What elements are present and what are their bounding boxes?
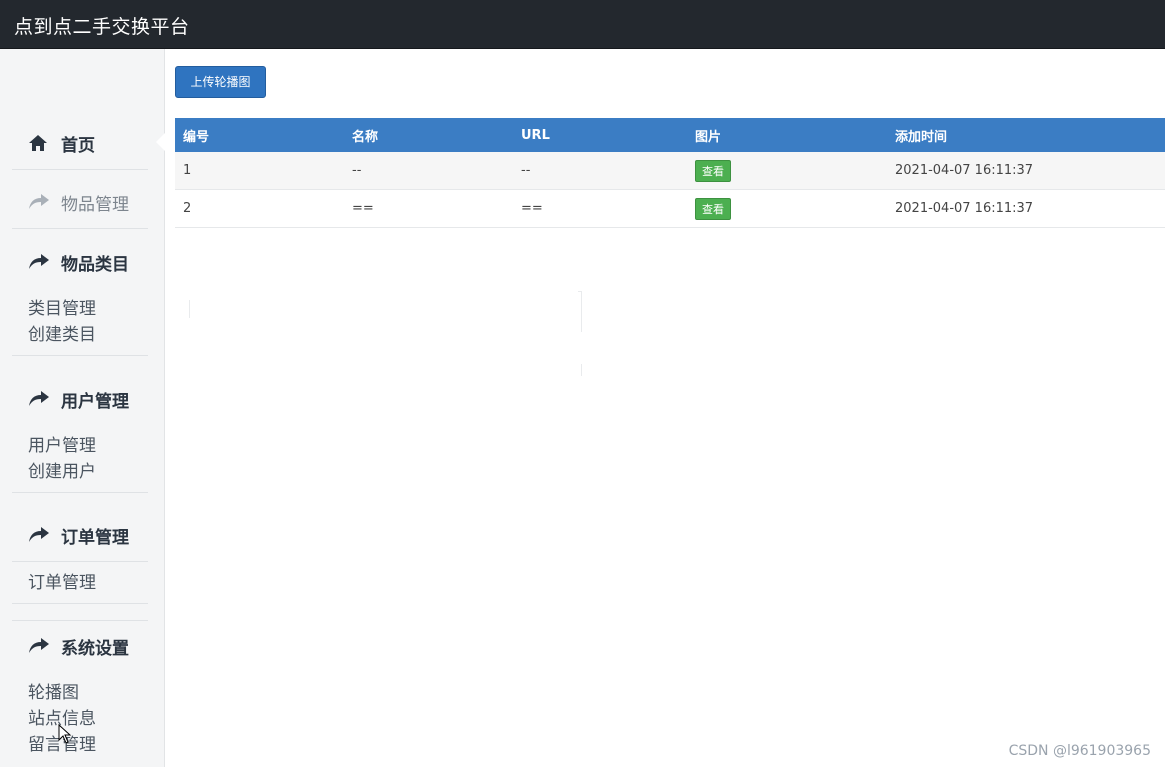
carousel-table: 编号 名称 URL 图片 添加时间 1 -- -- 查看 2021-04-07 … — [175, 118, 1165, 228]
share-arrow-icon — [28, 193, 50, 211]
nav-users[interactable]: 用户管理 — [28, 385, 129, 413]
nav-category[interactable]: 物品类目 — [28, 248, 129, 276]
sidebar-item-category-create[interactable]: 创建类目 — [28, 320, 96, 345]
nav-home[interactable]: 首页 — [28, 129, 95, 157]
share-arrow-icon — [28, 637, 50, 655]
divider — [12, 169, 148, 170]
divider — [12, 620, 148, 621]
header-id: 编号 — [183, 129, 210, 145]
mouse-cursor-icon — [58, 723, 72, 748]
active-nav-pointer — [156, 133, 165, 151]
sidebar-item-carousel[interactable]: 轮播图 — [28, 678, 79, 703]
view-image-button[interactable]: 查看 — [695, 159, 731, 182]
cell-time: 2021-04-07 16:11:37 — [895, 201, 1034, 216]
top-bar: 点到点二手交换平台 — [0, 0, 1165, 49]
cell-url: -- — [521, 163, 531, 178]
view-image-button[interactable]: 查看 — [695, 197, 731, 220]
sidebar-item-category-manage[interactable]: 类目管理 — [28, 294, 96, 319]
sidebar-item-user-manage[interactable]: 用户管理 — [28, 431, 96, 456]
table-row: 1 -- -- 查看 2021-04-07 16:11:37 — [175, 152, 1165, 190]
nav-home-label: 首页 — [61, 135, 95, 156]
watermark: CSDN @l961903965 — [1008, 743, 1151, 759]
header-image: 图片 — [695, 129, 722, 145]
divider — [12, 492, 148, 493]
cell-time: 2021-04-07 16:11:37 — [895, 163, 1034, 178]
nav-goods[interactable]: 物品管理 — [28, 188, 129, 216]
nav-orders-label: 订单管理 — [61, 527, 129, 548]
cell-name: -- — [352, 163, 362, 178]
artifact-line — [578, 291, 582, 292]
nav-category-label: 物品类目 — [61, 254, 129, 275]
cell-name: == — [352, 201, 374, 216]
cell-url: == — [521, 201, 543, 216]
upload-carousel-button[interactable]: 上传轮播图 — [175, 66, 266, 98]
header-time: 添加时间 — [895, 129, 948, 145]
divider — [12, 228, 148, 229]
artifact-line — [581, 291, 582, 332]
divider — [12, 355, 148, 356]
nav-orders[interactable]: 订单管理 — [28, 521, 129, 549]
sidebar: 首页 物品管理 物品类目 类目管理 创建类目 用户管理 用户管理 创建用户 订单… — [0, 49, 165, 767]
share-arrow-icon — [28, 390, 50, 408]
divider — [12, 561, 148, 562]
nav-system-label: 系统设置 — [61, 638, 129, 659]
home-icon — [28, 134, 50, 152]
artifact-line — [581, 364, 582, 376]
nav-users-label: 用户管理 — [61, 391, 129, 412]
cell-id: 2 — [183, 201, 192, 216]
artifact-line — [189, 300, 190, 318]
app-title: 点到点二手交换平台 — [14, 16, 190, 38]
share-arrow-icon — [28, 526, 50, 544]
divider — [12, 603, 148, 604]
table-header: 编号 名称 URL 图片 添加时间 — [175, 118, 1165, 152]
table-row: 2 == == 查看 2021-04-07 16:11:37 — [175, 190, 1165, 228]
nav-system[interactable]: 系统设置 — [28, 632, 129, 660]
nav-goods-label: 物品管理 — [61, 194, 129, 215]
sidebar-item-user-create[interactable]: 创建用户 — [28, 457, 96, 482]
sidebar-item-order-manage[interactable]: 订单管理 — [28, 568, 96, 593]
header-url: URL — [521, 127, 550, 143]
header-name: 名称 — [352, 129, 379, 145]
share-arrow-icon — [28, 253, 50, 271]
cell-id: 1 — [183, 163, 192, 178]
